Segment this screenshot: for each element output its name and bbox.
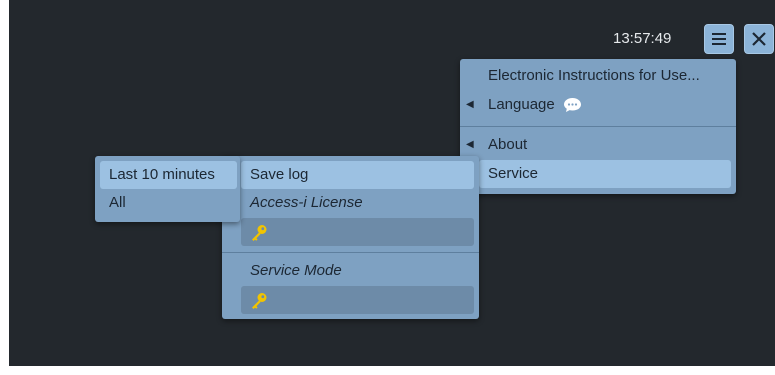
submenu-arrow-icon: ◀ [466, 99, 474, 110]
menu-item-language[interactable]: ◀ Language [460, 91, 736, 119]
key-icon [252, 293, 267, 309]
key-icon [252, 225, 267, 241]
menu-button[interactable] [704, 24, 734, 54]
log-option-all[interactable]: All [100, 189, 237, 217]
speech-bubble-icon [563, 98, 581, 113]
clock-display: 13:57:49 [613, 30, 672, 47]
menu-item-label: Language [488, 96, 555, 113]
log-option-label: Last 10 minutes [109, 166, 215, 183]
service-mode-field[interactable] [241, 286, 474, 314]
service-submenu: Save log Access-i License Service Mode [222, 156, 479, 319]
log-option-label: All [109, 194, 126, 211]
close-button[interactable] [744, 24, 774, 54]
save-log-label: Save log [250, 166, 309, 183]
menu-item-label: Service [488, 165, 539, 182]
log-option-last-10-minutes[interactable]: Last 10 minutes [100, 161, 237, 189]
menu-item-about[interactable]: ◀ About [460, 131, 736, 159]
menu-item-label: About [488, 136, 528, 153]
access-license-field[interactable] [241, 218, 474, 246]
service-mode-label-row: Service Mode [241, 257, 474, 285]
menu-item-electronic-ifu[interactable]: Electronic Instructions for Use... [460, 62, 736, 90]
service-divider [222, 252, 479, 253]
menu-item-label: Electronic Instructions for Use... [488, 67, 700, 84]
service-mode-label: Service Mode [250, 262, 342, 279]
close-icon [752, 32, 766, 46]
access-license-label: Access-i License [250, 194, 363, 211]
submenu-arrow-icon: ◀ [466, 139, 474, 150]
log-submenu: Last 10 minutes All [95, 156, 240, 222]
menu-item-label-wrap: Language [488, 91, 582, 119]
access-license-label-row: Access-i License [241, 189, 474, 217]
menu-item-service[interactable]: Service [479, 160, 731, 188]
save-log-item[interactable]: Save log [241, 161, 474, 189]
hamburger-menu-icon [712, 33, 726, 45]
main-menu: Electronic Instructions for Use... ◀ Lan… [460, 59, 736, 194]
menu-divider [460, 126, 736, 127]
